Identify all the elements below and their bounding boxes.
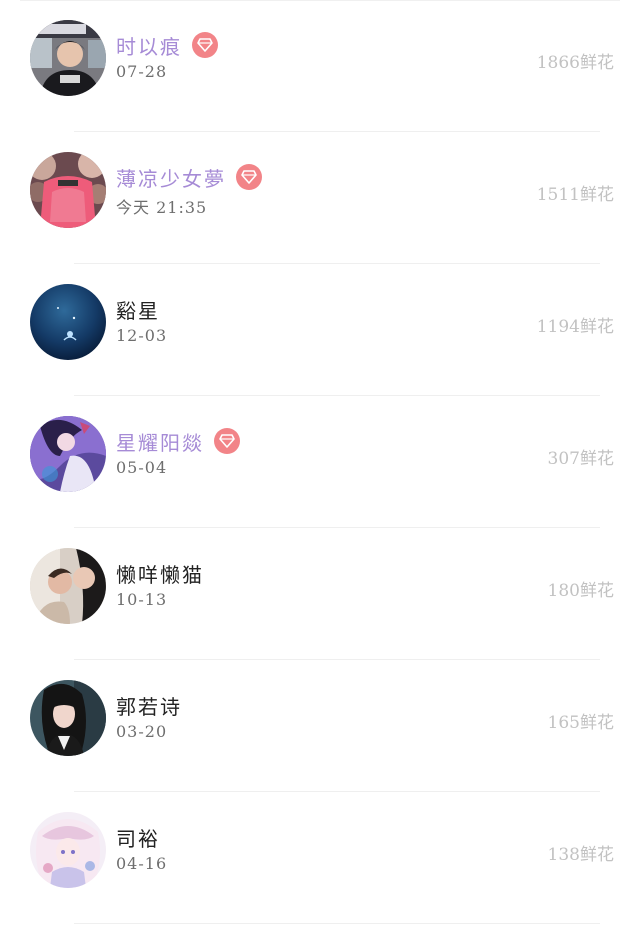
list-item[interactable]: 时以痕 07-28 1866鲜花 [0, 0, 640, 132]
list-item[interactable]: 郭若诗 03-20 165鲜花 [0, 660, 640, 792]
anime-girl-avatar-icon [30, 416, 106, 492]
user-name[interactable]: 司裕 [116, 823, 160, 852]
last-active-date: 05-04 [116, 458, 168, 477]
avatar[interactable] [30, 680, 106, 756]
flower-count: 307鲜花 [547, 449, 614, 469]
diamond-icon [236, 164, 262, 190]
list-item[interactable]: 星耀阳燚 05-04 307鲜花 [0, 396, 640, 528]
user-name[interactable]: 薄凉少女夢 [116, 163, 226, 192]
avatar[interactable] [30, 812, 106, 888]
diamond-icon [214, 428, 240, 454]
girl-photo-avatar-icon [30, 680, 106, 756]
last-active-date: 今天 21:35 [116, 198, 208, 217]
flower-count: 180鲜花 [547, 581, 614, 601]
flower-count: 1866鲜花 [536, 53, 614, 73]
avatar[interactable] [30, 20, 106, 96]
diamond-icon [192, 32, 218, 58]
flower-count: 165鲜花 [547, 713, 614, 733]
user-name[interactable]: 时以痕 [116, 31, 182, 60]
boy-photo-avatar-icon [30, 20, 106, 96]
flower-count: 1194鲜花 [536, 317, 614, 337]
ocean-photo-avatar-icon [30, 284, 106, 360]
flower-count: 138鲜花 [547, 845, 614, 865]
list-item[interactable]: 谿星 12-03 1194鲜花 [0, 264, 640, 396]
user-name[interactable]: 谿星 [116, 295, 160, 324]
avatar[interactable] [30, 152, 106, 228]
last-active-date: 12-03 [116, 326, 168, 345]
last-active-date: 10-13 [116, 590, 168, 609]
user-name[interactable]: 星耀阳燚 [116, 427, 204, 456]
avatar[interactable] [30, 416, 106, 492]
user-name[interactable]: 郭若诗 [116, 691, 182, 720]
flower-count: 1511鲜花 [536, 185, 614, 205]
last-active-date: 03-20 [116, 722, 168, 741]
list-item[interactable]: 薄凉少女夢 今天 21:35 1511鲜花 [0, 132, 640, 264]
last-active-date: 04-16 [116, 854, 168, 873]
last-active-date: 07-28 [116, 62, 168, 81]
flower-ranking-list: 时以痕 07-28 1866鲜花 薄凉少女夢 今天 21:35 1511鲜花 谿… [0, 0, 640, 930]
user-name[interactable]: 懒咩懒猫 [116, 559, 204, 588]
anime-white-hair-avatar-icon [30, 812, 106, 888]
avatar[interactable] [30, 284, 106, 360]
couple-photo-avatar-icon [30, 548, 106, 624]
avatar[interactable] [30, 548, 106, 624]
list-item[interactable]: 懒咩懒猫 10-13 180鲜花 [0, 528, 640, 660]
list-item[interactable]: 司裕 04-16 138鲜花 [0, 792, 640, 924]
pink-photo-avatar-icon [30, 152, 106, 228]
